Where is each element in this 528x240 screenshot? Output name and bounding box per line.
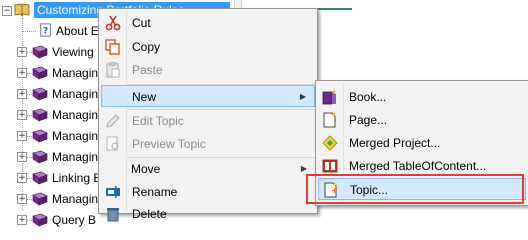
menu-item-preview-topic[interactable]: Preview Topic <box>101 133 315 155</box>
book-icon <box>32 150 48 164</box>
tree-item[interactable]: + Managing <box>0 105 105 125</box>
book-icon <box>32 108 48 122</box>
submenu-item-page[interactable]: Page... <box>318 109 526 131</box>
menu-item-move[interactable]: Move ▶ <box>101 158 315 180</box>
menu-item-edit-topic[interactable]: Edit Topic <box>101 110 315 132</box>
submenu-item-label: Merged TableOfContent... <box>349 159 487 173</box>
menu-item-label: Cut <box>132 16 151 30</box>
open-book-icon <box>14 3 30 17</box>
menu-item-label: New <box>132 90 157 104</box>
scissors-icon <box>105 15 121 31</box>
expand-toggle[interactable]: + <box>17 110 27 120</box>
new-topic-icon <box>324 182 338 198</box>
menu-item-label: Rename <box>132 185 178 199</box>
tree-item-label: Linking E <box>52 171 102 185</box>
svg-text:?: ? <box>43 27 48 37</box>
submenu-item-label: Page... <box>349 113 388 127</box>
submenu-item-topic[interactable]: Topic... <box>318 178 526 200</box>
tree-item[interactable]: + Managing <box>0 147 105 167</box>
submenu-arrow-icon: ▶ <box>299 92 306 101</box>
tree-item[interactable]: ? About Ex <box>0 21 105 41</box>
menu-item-new[interactable]: New ▶ <box>101 85 315 107</box>
new-submenu: Book... Page... Merged Project... Merged… <box>315 80 528 206</box>
expand-toggle[interactable]: + <box>17 173 27 183</box>
help-page-icon: ? <box>40 23 51 37</box>
merged-toc-icon <box>322 159 338 173</box>
new-book-icon <box>322 89 337 105</box>
copy-icon <box>105 39 120 55</box>
submenu-item-merged-project[interactable]: Merged Project... <box>318 132 526 154</box>
expand-toggle[interactable]: + <box>17 131 27 141</box>
root-collapse-toggle[interactable]: − <box>2 6 12 16</box>
tree-item[interactable]: + Linking E <box>0 168 102 188</box>
book-icon <box>32 129 48 143</box>
submenu-arrow-icon: ▶ <box>300 164 307 173</box>
book-icon <box>32 87 48 101</box>
book-icon <box>32 192 48 206</box>
eye-icon <box>106 136 119 151</box>
tree-item[interactable]: + Managing <box>0 126 105 146</box>
submenu-item-book[interactable]: Book... <box>318 86 526 108</box>
pencil-icon <box>106 114 120 128</box>
book-icon <box>32 213 48 227</box>
tree-item[interactable]: + Managing <box>0 189 105 209</box>
tree-item[interactable]: + Viewing E <box>0 42 105 62</box>
tree-item[interactable]: + Managing <box>0 84 105 104</box>
expand-toggle[interactable]: + <box>17 89 27 99</box>
menu-item-rename[interactable]: Rename <box>101 181 315 203</box>
new-page-icon <box>323 112 337 128</box>
menu-item-label: Delete <box>132 207 167 221</box>
expand-toggle[interactable]: + <box>17 194 27 204</box>
submenu-item-label: Merged Project... <box>349 136 441 150</box>
menu-item-cut[interactable]: Cut <box>101 12 315 34</box>
expand-toggle[interactable]: + <box>17 47 27 57</box>
book-icon <box>32 66 48 80</box>
menu-item-label: Copy <box>132 40 161 54</box>
menu-item-copy[interactable]: Copy <box>101 36 315 58</box>
rename-icon <box>106 186 120 198</box>
tree-item-label: Managing <box>52 192 105 206</box>
expand-toggle[interactable]: + <box>17 152 27 162</box>
tree-item-label: Query B <box>52 213 97 227</box>
submenu-item-merged-toc[interactable]: Merged TableOfContent... <box>318 155 526 177</box>
tree-item-label: Managing <box>52 87 105 101</box>
menu-item-delete[interactable]: Delete <box>101 203 315 225</box>
tree-item-label: Managing <box>52 150 105 164</box>
merged-project-icon <box>322 135 338 151</box>
expand-toggle[interactable]: + <box>17 68 27 78</box>
tree-item[interactable]: + Managing <box>0 63 105 83</box>
tree-item-label: Managing <box>52 129 105 143</box>
menu-item-paste[interactable]: Paste <box>101 59 315 81</box>
context-menu: Cut Copy Paste New ▶ Edit Topic Preview … <box>98 8 318 222</box>
tree-item[interactable]: + Query B <box>0 210 100 230</box>
book-icon <box>32 171 48 185</box>
submenu-item-label: Topic... <box>350 183 389 197</box>
expand-toggle[interactable]: + <box>17 215 27 225</box>
submenu-item-label: Book... <box>349 90 387 104</box>
paste-icon <box>106 62 120 78</box>
tree-item-label: Managing <box>52 108 105 122</box>
menu-item-label: Move <box>131 162 161 176</box>
book-icon <box>32 45 48 59</box>
menu-item-label: Edit Topic <box>132 114 184 128</box>
menu-item-label: Preview Topic <box>132 137 206 151</box>
tree-item-label: Managing <box>52 66 105 80</box>
delete-icon <box>107 208 119 222</box>
menu-item-label: Paste <box>132 63 163 77</box>
